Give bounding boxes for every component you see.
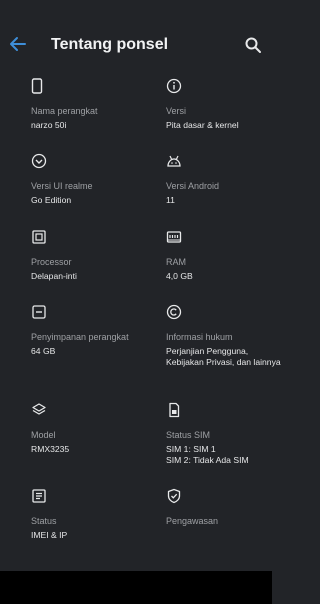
ram-value: 4,0 GB (166, 271, 193, 281)
phone-icon (31, 78, 43, 94)
back-arrow-icon[interactable] (8, 34, 28, 54)
ram-label: RAM (166, 257, 186, 267)
document-list-icon (32, 489, 46, 503)
sim-card-icon (169, 402, 180, 418)
app-bar: Tentang ponsel (0, 0, 272, 88)
storage-value: 64 GB (31, 346, 56, 356)
processor-icon (32, 230, 46, 244)
realme-ui-version-item[interactable]: Versi UI realme Go Edition (31, 153, 151, 206)
status-value: IMEI & IP (31, 530, 68, 540)
processor-label: Processor (31, 257, 72, 267)
supervision-label: Pengawasan (166, 516, 219, 526)
device-name-item[interactable]: Nama perangkat narzo 50i (31, 78, 151, 131)
android-version-label: Versi Android (166, 181, 220, 191)
version-value: Pita dasar & kernel (166, 120, 239, 130)
sim-status-label: Status SIM (166, 430, 211, 440)
shield-check-icon (167, 488, 181, 504)
realme-ui-version-value: Go Edition (31, 195, 72, 205)
sim-status-item[interactable]: Status SIM SIM 1: SIM 1 SIM 2: Tidak Ada… (166, 402, 286, 466)
memory-icon (166, 231, 182, 243)
version-item[interactable]: Versi Pita dasar & kernel (166, 78, 286, 131)
info-icon (166, 78, 182, 94)
navigation-bar (0, 571, 272, 604)
status-label: Status (31, 516, 57, 526)
storage-label: Penyimpanan perangkat (31, 332, 129, 342)
status-item[interactable]: Status IMEI & IP (31, 488, 151, 541)
chevron-circle-icon (31, 153, 47, 169)
model-label: Model (31, 430, 56, 440)
ram-item[interactable]: RAM 4,0 GB (166, 229, 286, 282)
supervision-item[interactable]: Pengawasan (166, 488, 286, 530)
android-icon (167, 155, 181, 167)
sim-status-value: SIM 1: SIM 1 SIM 2: Tidak Ada SIM (166, 444, 249, 465)
device-name-label: Nama perangkat (31, 106, 98, 116)
processor-value: Delapan-inti (31, 271, 77, 281)
realme-ui-version-label: Versi UI realme (31, 181, 93, 191)
device-name-value: narzo 50i (31, 120, 67, 130)
android-version-item[interactable]: Versi Android 11 (166, 153, 286, 206)
legal-info-value: Perjanjian Pengguna, Kebijakan Privasi, … (166, 346, 281, 367)
android-version-value: 11 (166, 195, 175, 205)
storage-icon (32, 305, 46, 319)
search-icon[interactable] (244, 36, 262, 54)
version-label: Versi (166, 106, 187, 116)
page-title: Tentang ponsel (51, 36, 169, 53)
legal-info-label: Informasi hukum (166, 332, 233, 342)
processor-item[interactable]: Processor Delapan-inti (31, 229, 151, 282)
storage-item[interactable]: Penyimpanan perangkat 64 GB (31, 304, 151, 357)
model-value: RMX3235 (31, 444, 70, 454)
model-item[interactable]: Model RMX3235 (31, 402, 151, 455)
layers-icon (32, 403, 46, 415)
legal-info-item[interactable]: Informasi hukum Perjanjian Pengguna, Keb… (166, 304, 286, 368)
copyright-icon (166, 304, 182, 320)
